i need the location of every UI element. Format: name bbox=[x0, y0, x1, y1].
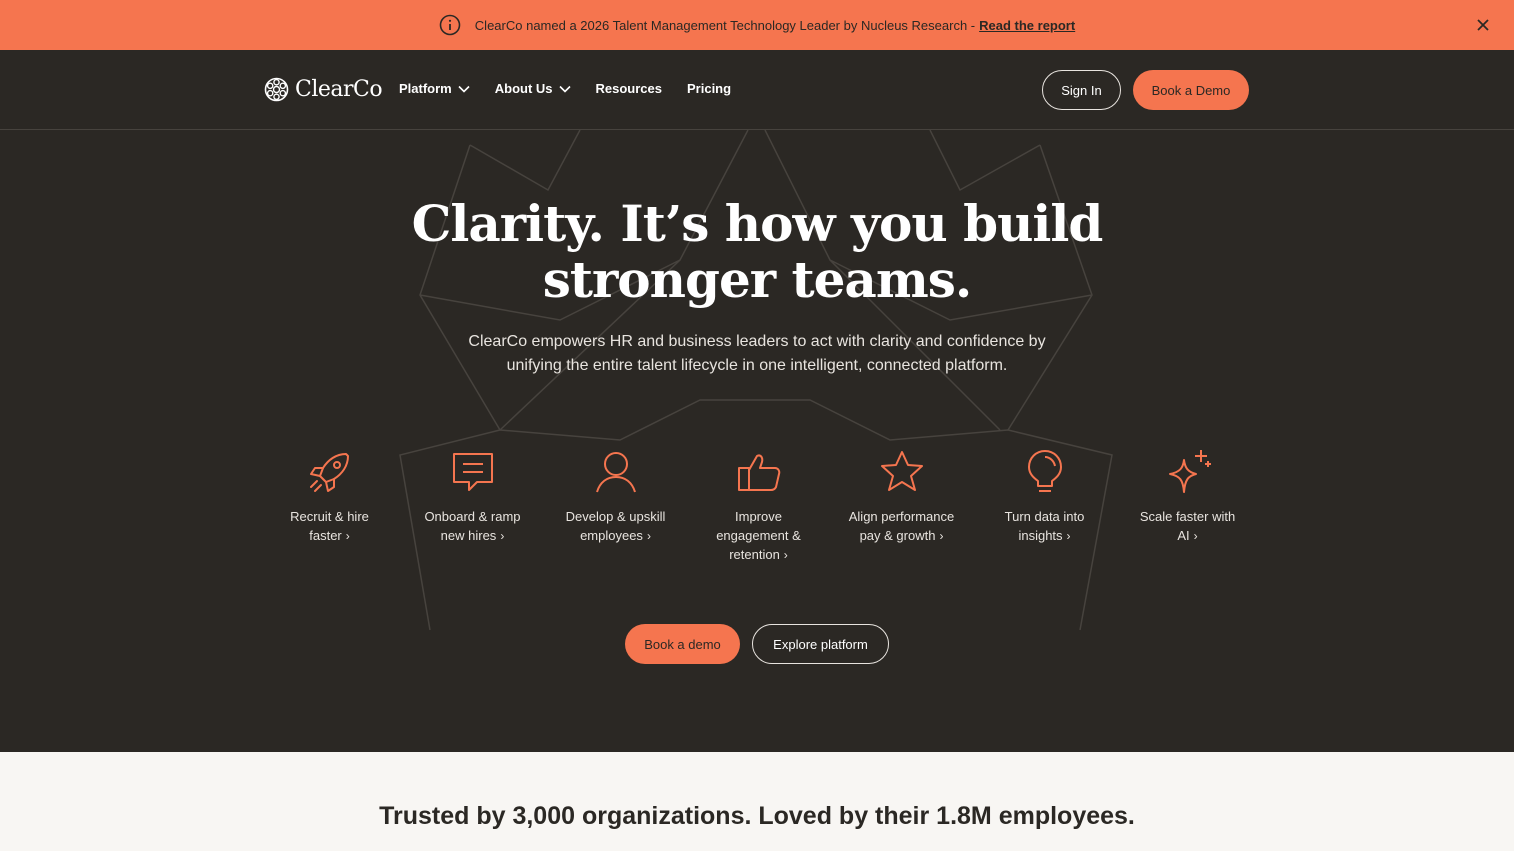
trusted-section: Trusted by 3,000 organizations. Loved by… bbox=[0, 752, 1514, 851]
sign-in-button[interactable]: Sign In bbox=[1042, 70, 1121, 110]
chevron-right-icon: › bbox=[783, 548, 788, 562]
hero-title-line2: stronger teams. bbox=[542, 250, 973, 309]
nav-about-us-label: About Us bbox=[494, 81, 553, 96]
hero-section: Clarity. It’s how you build stronger tea… bbox=[0, 130, 1514, 752]
feature-performance[interactable]: Align performance pay & growth › bbox=[830, 448, 973, 565]
sparkle-icon bbox=[1164, 448, 1212, 496]
feature-label: Turn data into insights › bbox=[1004, 509, 1085, 543]
feature-ai[interactable]: Scale faster with AI › bbox=[1116, 448, 1259, 565]
explore-platform-button[interactable]: Explore platform bbox=[752, 624, 889, 664]
nav-platform-label: Platform bbox=[399, 81, 452, 96]
feature-label: Develop & upskill employees › bbox=[565, 509, 666, 543]
logo[interactable]: ClearCo bbox=[264, 77, 383, 102]
feature-list: Recruit & hire faster › Onboard & ramp ne… bbox=[258, 448, 1259, 565]
feature-engagement[interactable]: Improve engagement & retention › bbox=[687, 448, 830, 565]
chevron-right-icon: › bbox=[1193, 529, 1198, 543]
person-icon bbox=[592, 448, 640, 496]
feature-develop[interactable]: Develop & upskill employees › bbox=[544, 448, 687, 565]
nav-pricing[interactable]: Pricing bbox=[687, 81, 731, 96]
chevron-right-icon: › bbox=[345, 529, 350, 543]
nav-platform[interactable]: Platform bbox=[399, 81, 470, 96]
chevron-right-icon: › bbox=[646, 529, 651, 543]
nav-pricing-label: Pricing bbox=[687, 81, 732, 96]
navbar: ClearCo Platform About Us Resources Pric… bbox=[0, 50, 1514, 130]
rocket-icon bbox=[306, 448, 354, 496]
lightbulb-icon bbox=[1021, 448, 1069, 496]
trusted-heading: Trusted by 3,000 organizations. Loved by… bbox=[379, 802, 1135, 830]
book-demo-button[interactable]: Book a demo bbox=[625, 624, 740, 664]
book-demo-nav-button[interactable]: Book a Demo bbox=[1133, 70, 1249, 110]
nav-resources[interactable]: Resources bbox=[596, 81, 662, 96]
feature-label: Align performance pay & growth › bbox=[848, 509, 955, 543]
hero-title-line1: Clarity. It’s how you build bbox=[411, 194, 1104, 253]
chevron-right-icon: › bbox=[1066, 529, 1071, 543]
announcement-banner: ClearCo named a 2026 Talent Management T… bbox=[0, 0, 1514, 50]
feature-recruit[interactable]: Recruit & hire faster › bbox=[258, 448, 401, 565]
chat-icon bbox=[449, 448, 497, 496]
main-nav: Platform About Us Resources Pricing bbox=[399, 81, 731, 96]
nav-about-us[interactable]: About Us bbox=[495, 81, 571, 96]
chevron-right-icon: › bbox=[939, 529, 944, 543]
close-icon[interactable] bbox=[1474, 16, 1492, 34]
info-icon bbox=[439, 14, 461, 36]
banner-text: ClearCo named a 2026 Talent Management T… bbox=[474, 17, 976, 33]
chevron-right-icon: › bbox=[500, 529, 505, 543]
feature-label: Improve engagement & retention › bbox=[716, 509, 801, 562]
chevron-down-icon bbox=[458, 85, 470, 93]
feature-label: Onboard & ramp new hires › bbox=[424, 509, 521, 543]
thumbs-up-icon bbox=[735, 448, 783, 496]
read-report-link[interactable]: Read the report bbox=[979, 18, 1075, 33]
feature-onboard[interactable]: Onboard & ramp new hires › bbox=[401, 448, 544, 565]
clearco-logo-icon bbox=[264, 77, 289, 102]
feature-label: Scale faster with AI › bbox=[1139, 509, 1236, 543]
feature-label: Recruit & hire faster › bbox=[290, 509, 369, 543]
chevron-down-icon bbox=[558, 85, 571, 93]
hero-title: Clarity. It’s how you build stronger tea… bbox=[0, 196, 1514, 308]
hero-subtitle: ClearCo empowers HR and business leaders… bbox=[468, 333, 1046, 374]
hero-cta-row: Book a demo Explore platform bbox=[625, 624, 889, 664]
logo-text: ClearCo bbox=[295, 77, 383, 102]
nav-resources-label: Resources bbox=[595, 81, 662, 96]
feature-insights[interactable]: Turn data into insights › bbox=[973, 448, 1116, 565]
star-icon bbox=[878, 448, 926, 496]
